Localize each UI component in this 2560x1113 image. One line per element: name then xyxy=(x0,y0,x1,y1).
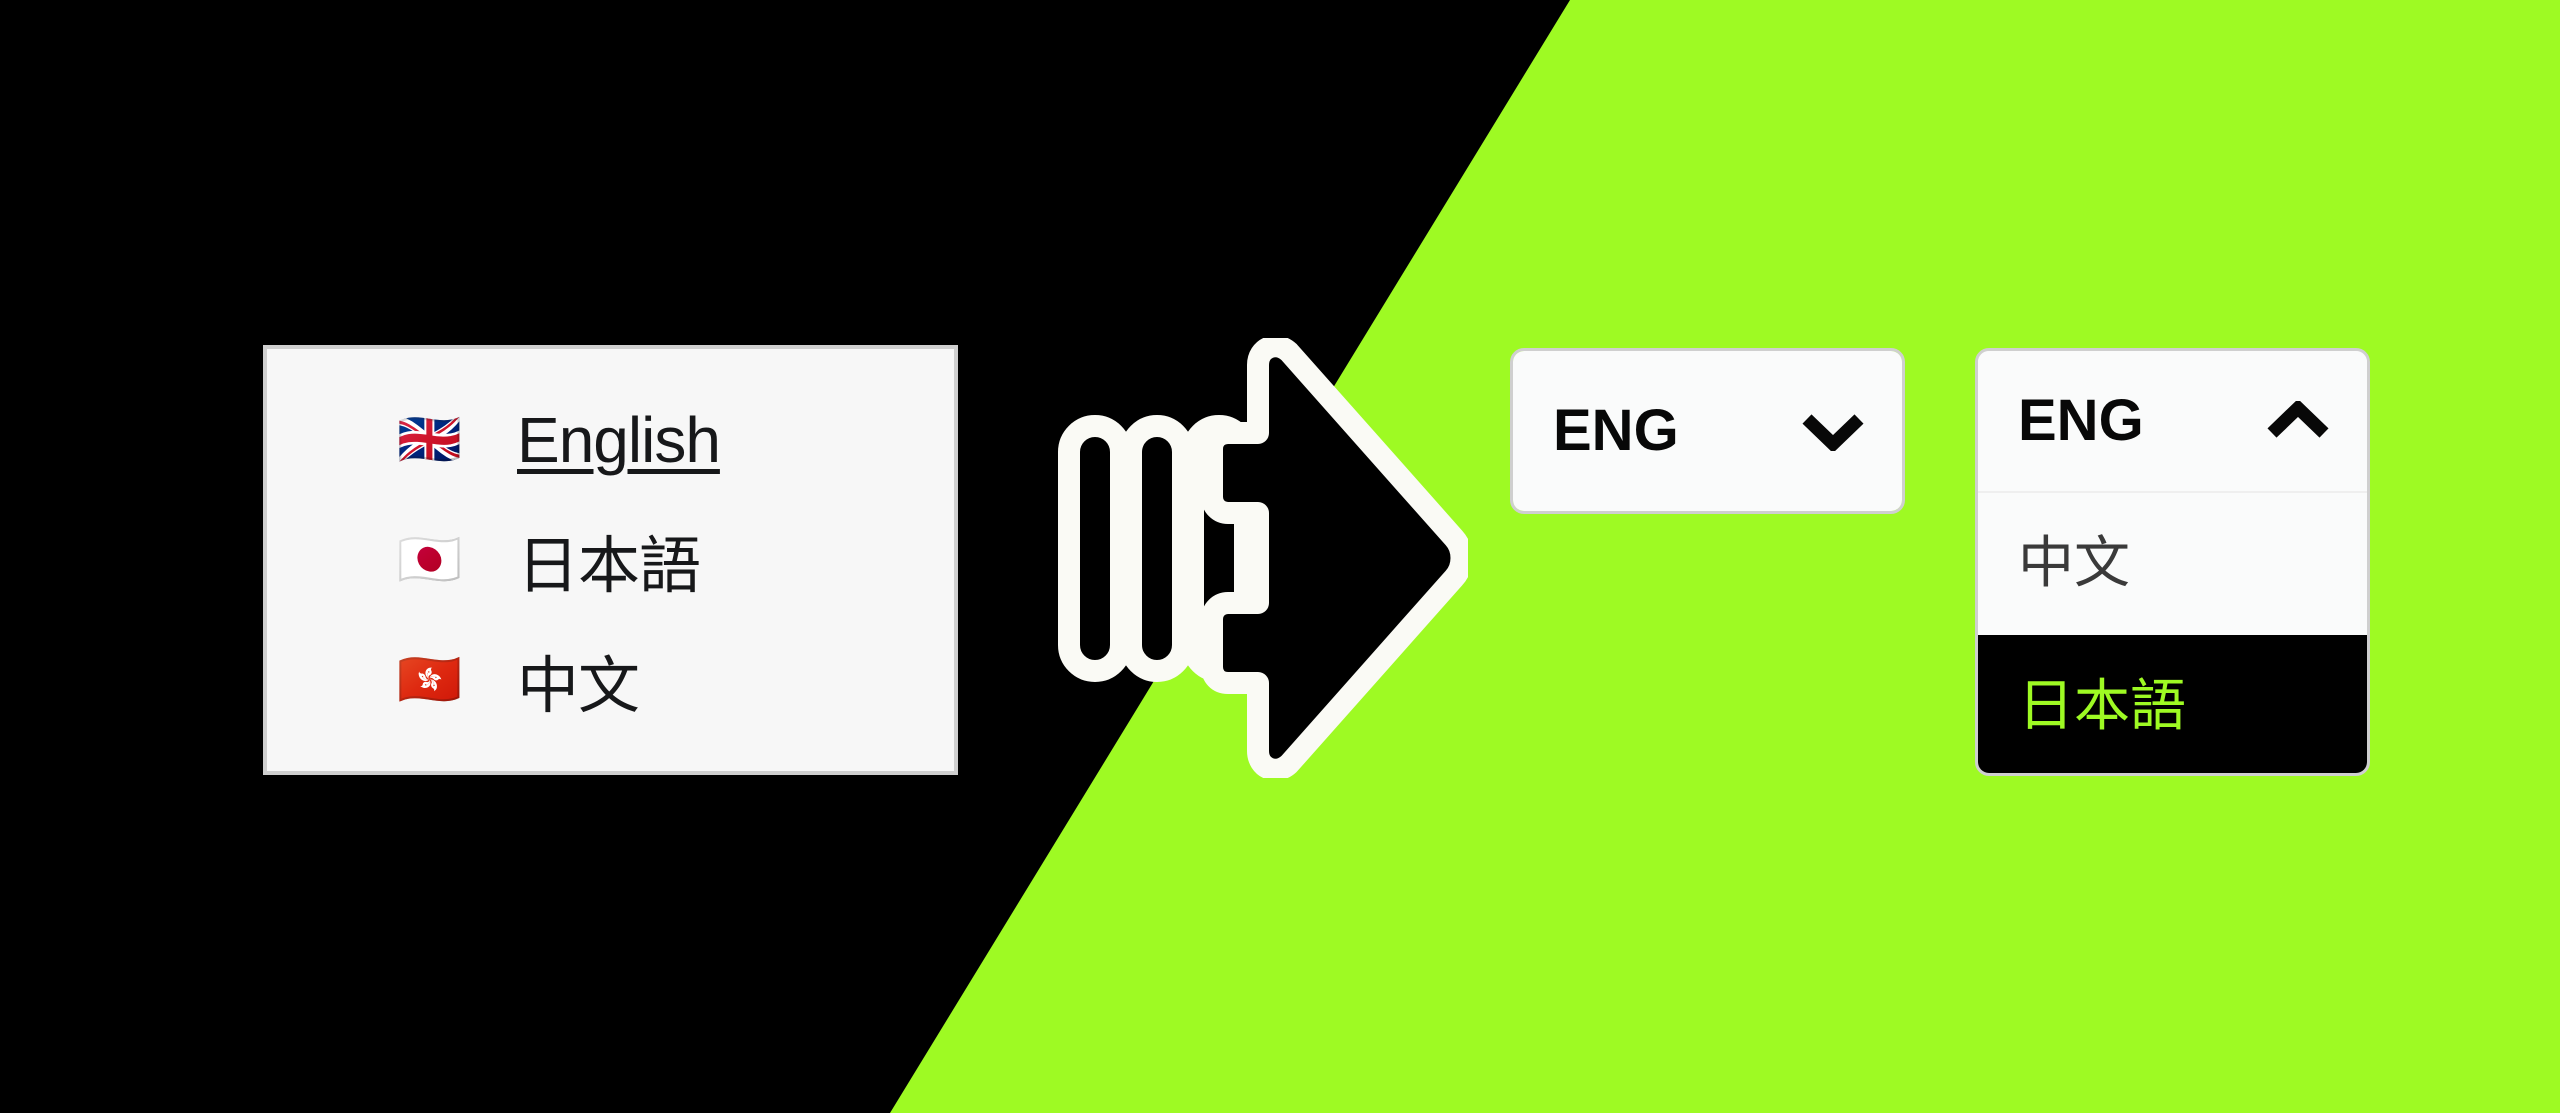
flag-hong-kong-icon: 🇭🇰 xyxy=(397,651,462,709)
fast-forward-arrow-icon xyxy=(1058,338,1468,778)
chevron-down-icon[interactable] xyxy=(1802,411,1864,451)
flag-japan-icon: 🇯🇵 xyxy=(397,531,462,589)
language-list-card: 🇬🇧 English 🇯🇵 日本語 🇭🇰 中文 xyxy=(263,345,958,775)
chevron-up-icon[interactable] xyxy=(2267,401,2329,441)
language-label-japanese[interactable]: 日本語 xyxy=(517,515,701,605)
dropdown-closed-label: ENG xyxy=(1553,398,1679,463)
language-dropdown-closed[interactable]: ENG xyxy=(1510,348,1905,514)
dropdown-closed-header[interactable]: ENG xyxy=(1513,351,1902,511)
dropdown-open-header[interactable]: ENG xyxy=(1978,351,2367,493)
language-list-item-english[interactable]: 🇬🇧 English xyxy=(397,380,954,500)
language-list-item-chinese[interactable]: 🇭🇰 中文 xyxy=(397,620,954,740)
language-label-english[interactable]: English xyxy=(517,403,721,477)
language-dropdown-open[interactable]: ENG 中文 日本語 xyxy=(1975,348,2370,776)
dropdown-open-label: ENG xyxy=(2018,388,2144,453)
language-list-item-japanese[interactable]: 🇯🇵 日本語 xyxy=(397,500,954,620)
screenshot-canvas: 🇬🇧 English 🇯🇵 日本語 🇭🇰 中文 ENG ENG 中文 日本語 xyxy=(0,0,2560,1113)
language-label-chinese[interactable]: 中文 xyxy=(517,635,640,725)
dropdown-option-japanese[interactable]: 日本語 xyxy=(1978,635,2367,773)
dropdown-option-chinese[interactable]: 中文 xyxy=(1978,493,2367,635)
flag-united-kingdom-icon: 🇬🇧 xyxy=(397,411,462,469)
